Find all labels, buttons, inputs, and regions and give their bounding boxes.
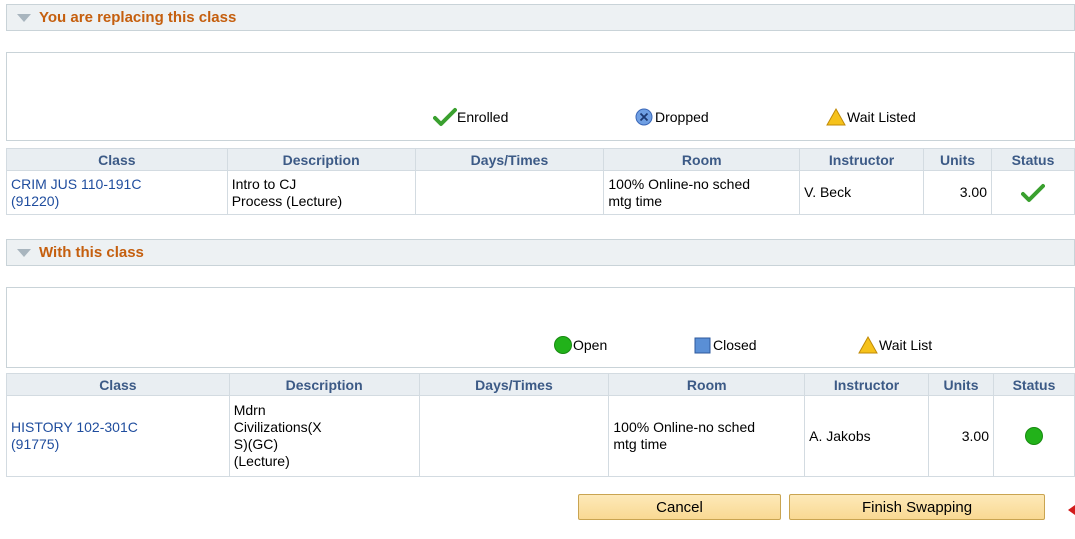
description-line: Process (Lecture): [231, 192, 343, 209]
dropped-x-circle-icon: [635, 108, 653, 126]
status-cell: [991, 170, 1075, 215]
col-header-days-times: Days/Times: [418, 373, 610, 396]
col-header-description: Description: [228, 373, 420, 396]
room-line: mtg time: [613, 436, 668, 452]
class-link[interactable]: CRIM JUS 110-191C (91220): [6, 170, 228, 215]
room-line: mtg time: [608, 192, 663, 209]
open-circle-icon: [554, 336, 572, 354]
legend-wait-listed-label: Wait Listed: [847, 109, 916, 125]
col-header-class: Class: [6, 373, 230, 396]
class-number: (91775): [11, 436, 60, 452]
col-header-description: Description: [226, 148, 416, 171]
description-line: S)(GC): [233, 436, 279, 452]
with-class-section-title: With this class: [39, 244, 144, 261]
description-cell: Intro to CJ Process (Lecture): [226, 170, 416, 215]
instructor-cell: V. Beck: [799, 170, 925, 215]
col-header-instructor: Instructor: [799, 148, 925, 171]
class-number: (91220): [11, 192, 60, 209]
cancel-button[interactable]: Cancel: [578, 494, 781, 520]
table-row: HISTORY 102-301C (91775) Mdrn Civilizati…: [6, 395, 1075, 477]
days-times-cell: [418, 395, 610, 477]
collapse-triangle-icon[interactable]: [17, 13, 31, 22]
legend-wait-listed: Wait Listed: [825, 107, 916, 127]
wait-triangle-icon: [826, 107, 846, 126]
class-code: HISTORY 102-301C: [11, 419, 138, 435]
open-circle-icon: [1024, 427, 1043, 445]
finish-swapping-button[interactable]: Finish Swapping: [789, 494, 1045, 520]
legend-dropped-label: Dropped: [655, 109, 709, 125]
col-header-status: Status: [992, 373, 1075, 396]
room-line: 100% Online-no sched: [613, 419, 756, 435]
collapse-triangle-icon[interactable]: [17, 248, 31, 257]
description-line: Intro to CJ: [231, 175, 297, 192]
enrolled-check-icon: [433, 108, 457, 126]
description-line: Mdrn: [233, 402, 266, 418]
replacing-section-title: You are replacing this class: [39, 9, 237, 26]
units-cell: 3.00: [923, 170, 992, 215]
with-class-legend: Open Closed Wait List: [6, 287, 1075, 368]
units-cell: 3.00: [928, 395, 994, 477]
description-line: Civilizations(X: [233, 419, 322, 435]
replacing-legend: Enrolled Dropped Wait Listed: [6, 52, 1075, 141]
description-line: (Lecture): [233, 453, 290, 469]
table-row: CRIM JUS 110-191C (91220) Intro to CJ Pr…: [6, 170, 1075, 215]
description-cell: Mdrn Civilizations(X S)(GC) (Lecture): [228, 395, 420, 477]
col-header-room: Room: [608, 373, 806, 396]
legend-wait-list: Wait List: [857, 335, 932, 355]
legend-open: Open: [553, 335, 607, 355]
col-header-instructor: Instructor: [804, 373, 930, 396]
legend-open-label: Open: [573, 337, 608, 353]
legend-closed: Closed: [693, 335, 757, 355]
with-class-section-header[interactable]: With this class: [6, 239, 1075, 266]
legend-wait-list-label: Wait List: [879, 337, 933, 353]
table-header-row: Class Description Days/Times Room Instru…: [6, 148, 1075, 171]
enrolled-check-icon: [1021, 183, 1045, 202]
col-header-status: Status: [991, 148, 1075, 171]
col-header-units: Units: [928, 373, 994, 396]
legend-dropped: Dropped: [633, 107, 709, 127]
legend-closed-label: Closed: [713, 337, 757, 353]
replacing-section-header[interactable]: You are replacing this class: [6, 4, 1075, 31]
col-header-days-times: Days/Times: [414, 148, 605, 171]
col-header-room: Room: [603, 148, 801, 171]
days-times-cell: [414, 170, 605, 215]
class-link[interactable]: HISTORY 102-301C (91775): [6, 395, 230, 477]
table-header-row: Class Description Days/Times Room Instru…: [6, 373, 1075, 396]
room-cell: 100% Online-no sched mtg time: [603, 170, 801, 215]
room-cell: 100% Online-no sched mtg time: [608, 395, 806, 477]
instructor-cell: A. Jakobs: [804, 395, 930, 477]
legend-enrolled: Enrolled: [433, 107, 508, 127]
closed-square-icon: [694, 337, 711, 354]
col-header-class: Class: [6, 148, 228, 171]
col-header-units: Units: [923, 148, 992, 171]
status-cell: [992, 395, 1075, 477]
class-code: CRIM JUS 110-191C: [11, 175, 142, 192]
wait-triangle-icon: [858, 335, 878, 354]
legend-enrolled-label: Enrolled: [457, 109, 509, 125]
room-line: 100% Online-no sched: [608, 175, 751, 192]
with-class-table: Class Description Days/Times Room Instru…: [6, 373, 1075, 477]
replacing-class-table: Class Description Days/Times Room Instru…: [6, 148, 1075, 215]
red-arrow-icon: [1068, 505, 1075, 515]
